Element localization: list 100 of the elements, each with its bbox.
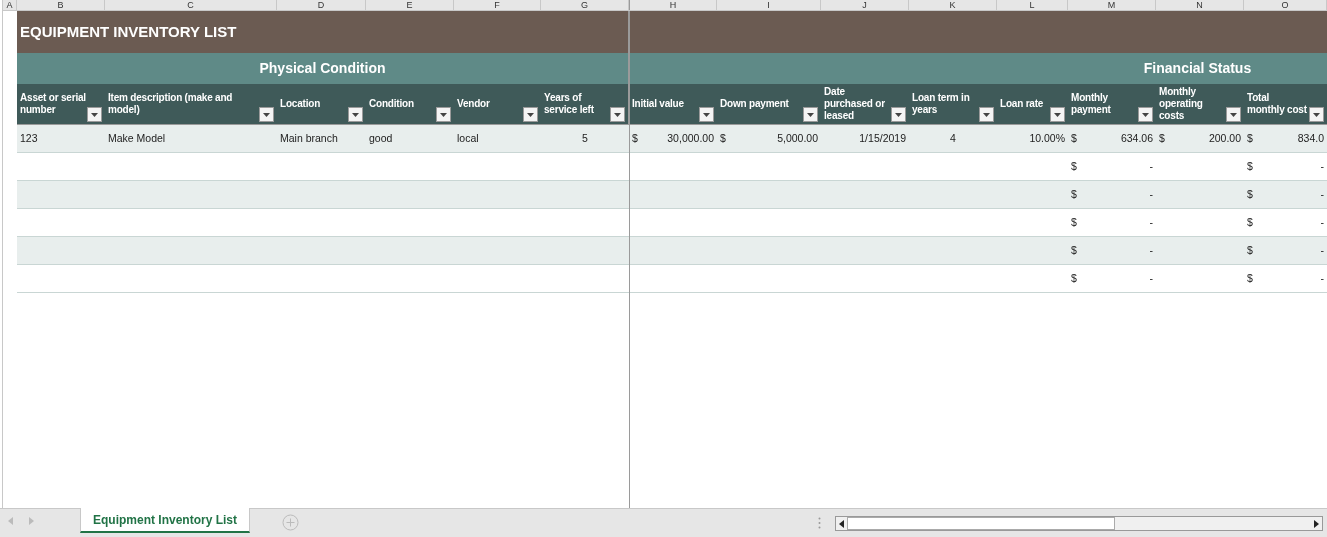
filter-dropdown-button[interactable] xyxy=(1050,107,1065,122)
column-heading: Years of service left xyxy=(544,92,595,116)
table-cell-text: Main branch xyxy=(280,130,338,146)
scrollbar-thumb[interactable] xyxy=(847,517,1115,530)
currency-symbol: $ xyxy=(1247,130,1253,146)
column-header[interactable]: A xyxy=(3,0,17,10)
horizontal-scrollbar[interactable] xyxy=(835,516,1323,531)
column-heading: Loan rate xyxy=(1000,98,1044,110)
column-header[interactable]: I xyxy=(717,0,821,10)
caret-icon xyxy=(614,112,621,117)
table-cell-text: good xyxy=(369,130,393,146)
caret-icon xyxy=(1230,112,1237,117)
currency-symbol: $ xyxy=(632,130,638,146)
section-heading: Financial Status xyxy=(1143,59,1252,78)
column-header[interactable]: E xyxy=(366,0,454,10)
table-cell-text: - xyxy=(1149,186,1153,202)
column-heading: Item description (make and model) xyxy=(108,92,234,116)
filter-dropdown-button[interactable] xyxy=(87,107,102,122)
filter-dropdown-button[interactable] xyxy=(803,107,818,122)
table-cell-text: 1/15/2019 xyxy=(859,130,906,146)
currency-symbol: $ xyxy=(1159,130,1165,146)
filter-dropdown-button[interactable] xyxy=(979,107,994,122)
caret-icon xyxy=(1142,112,1149,117)
caret-icon xyxy=(983,112,990,117)
currency-symbol: $ xyxy=(1247,186,1253,202)
caret-icon xyxy=(895,112,902,117)
filter-dropdown-button[interactable] xyxy=(1226,107,1241,122)
column-header[interactable]: B xyxy=(17,0,105,10)
table-cell-text: 30,000.00 xyxy=(667,130,714,146)
table-cell-text: - xyxy=(1320,242,1324,258)
filter-dropdown-button[interactable] xyxy=(259,107,274,122)
column-heading: Initial value xyxy=(632,98,684,110)
table-cell-text: local xyxy=(457,130,479,146)
column-heading: Asset or serial number xyxy=(20,92,87,116)
sheet-tab[interactable]: Equipment Inventory List xyxy=(80,508,250,533)
column-heading: Condition xyxy=(369,98,414,110)
table-cell-text: 5,000.00 xyxy=(777,130,818,146)
column-heading: Total monthly cost xyxy=(1247,92,1308,116)
column-heading: Monthly operating costs xyxy=(1159,86,1204,122)
scroll-left-icon[interactable] xyxy=(839,519,844,528)
column-header[interactable]: G xyxy=(541,0,629,10)
filter-dropdown-button[interactable] xyxy=(699,107,714,122)
table-cell-text: - xyxy=(1149,158,1153,174)
column-header[interactable]: L xyxy=(997,0,1068,10)
column-header[interactable]: N xyxy=(1156,0,1244,10)
caret-icon xyxy=(91,112,98,117)
column-heading: Loan term in years xyxy=(912,92,971,116)
caret-icon xyxy=(807,112,814,117)
caret-icon xyxy=(352,112,359,117)
column-header[interactable]: D xyxy=(277,0,366,10)
column-header[interactable]: K xyxy=(909,0,997,10)
column-header[interactable]: C xyxy=(105,0,277,10)
currency-symbol: $ xyxy=(1071,130,1077,146)
scroll-right-icon[interactable] xyxy=(1314,519,1319,528)
column-header[interactable]: J xyxy=(821,0,909,10)
filter-dropdown-button[interactable] xyxy=(436,107,451,122)
filter-dropdown-button[interactable] xyxy=(891,107,906,122)
table-cell-text: Make Model xyxy=(108,130,166,146)
column-header[interactable]: O xyxy=(1244,0,1327,10)
filter-dropdown-button[interactable] xyxy=(523,107,538,122)
table-cell-text: 4 xyxy=(950,130,956,146)
column-header[interactable]: F xyxy=(454,0,541,10)
column-heading: Date purchased or leased xyxy=(824,86,886,122)
currency-symbol: $ xyxy=(1071,214,1077,230)
table-cell-text: - xyxy=(1149,270,1153,286)
column-header[interactable]: M xyxy=(1068,0,1156,10)
caret-icon xyxy=(527,112,534,117)
filter-dropdown-button[interactable] xyxy=(610,107,625,122)
caret-icon xyxy=(703,112,710,117)
caret-icon xyxy=(440,112,447,117)
currency-symbol: $ xyxy=(1071,242,1077,258)
table-cell-text: 10.00% xyxy=(1029,130,1065,146)
column-heading: Location xyxy=(280,98,321,110)
currency-symbol: $ xyxy=(1247,158,1253,174)
table-cell-text: - xyxy=(1320,158,1324,174)
table-cell-text: 634.06 xyxy=(1120,130,1153,146)
table-cell-text: - xyxy=(1320,186,1324,202)
table-cell-text: - xyxy=(1149,242,1153,258)
filter-dropdown-button[interactable] xyxy=(348,107,363,122)
table-cell-text: - xyxy=(1320,270,1324,286)
caret-icon xyxy=(263,112,270,117)
table-cell-text: - xyxy=(1320,214,1324,230)
column-heading: Down payment xyxy=(720,98,789,110)
table-cell-text: 123 xyxy=(20,130,38,146)
currency-symbol: $ xyxy=(1247,242,1253,258)
currency-symbol: $ xyxy=(1071,158,1077,174)
currency-symbol: $ xyxy=(720,130,726,146)
column-heading: Monthly payment xyxy=(1071,92,1112,116)
table-cell-text: - xyxy=(1149,214,1153,230)
section-heading: Physical Condition xyxy=(259,59,386,78)
currency-symbol: $ xyxy=(1247,270,1253,286)
sheet-title: EQUIPMENT INVENTORY LIST xyxy=(20,21,237,42)
table-cell-text: 200.00 xyxy=(1208,130,1241,146)
filter-dropdown-button[interactable] xyxy=(1138,107,1153,122)
filter-dropdown-button[interactable] xyxy=(1309,107,1324,122)
table-cell-text: 5 xyxy=(582,130,588,146)
column-heading: Vendor xyxy=(457,98,490,110)
column-header[interactable]: H xyxy=(629,0,717,10)
caret-icon xyxy=(1054,112,1061,117)
currency-symbol: $ xyxy=(1071,186,1077,202)
